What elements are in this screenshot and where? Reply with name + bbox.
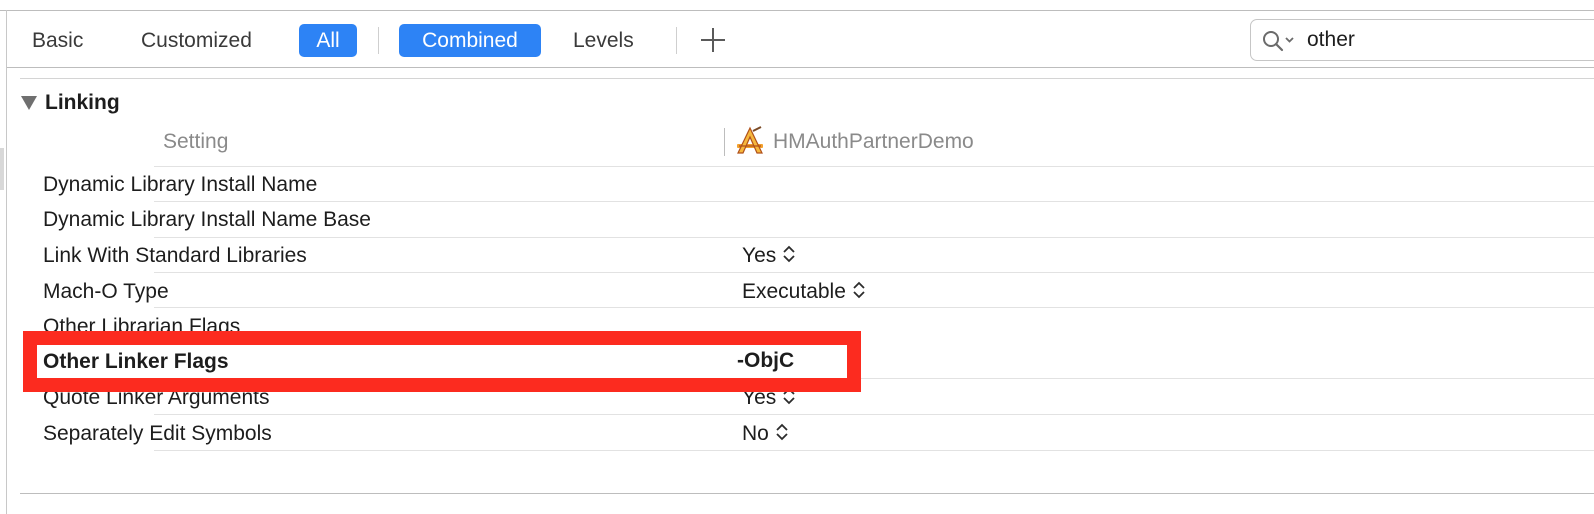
setting-value-link-with-standard-libraries[interactable]: Yes (742, 242, 796, 270)
stepper-icon[interactable] (852, 280, 866, 300)
row-separator (154, 450, 1594, 451)
column-header-target: HMAuthPartnerDemo (773, 130, 974, 153)
row-separator (154, 272, 1594, 273)
setting-name-link-with-standard-libraries[interactable]: Link With Standard Libraries (43, 242, 307, 270)
row-separator (154, 166, 1594, 167)
setting-name-separately-edit-symbols[interactable]: Separately Edit Symbols (43, 420, 272, 448)
filter-basic-button[interactable]: Basic (22, 24, 93, 57)
toolbar-divider (676, 27, 677, 54)
search-icon[interactable] (1261, 29, 1297, 53)
left-border (6, 10, 7, 514)
setting-name-dynamic-library-install-name[interactable]: Dynamic Library Install Name (43, 171, 317, 199)
section-top-line (20, 78, 1594, 79)
stepper-icon[interactable] (782, 244, 796, 264)
plus-icon[interactable] (700, 27, 726, 53)
row-separator (154, 307, 1594, 308)
column-header-setting: Setting (163, 130, 229, 153)
value-text: No (742, 422, 769, 445)
row-separator (154, 237, 1594, 238)
value-text: Yes (742, 244, 777, 267)
app-target-icon (737, 126, 763, 154)
view-combined-button[interactable]: Combined (399, 24, 541, 57)
section-title[interactable]: Linking (45, 89, 120, 117)
view-levels-button[interactable]: Levels (563, 24, 644, 57)
row-separator (154, 201, 1594, 202)
stepper-icon[interactable] (775, 422, 789, 442)
filter-all-button[interactable]: All (299, 24, 357, 57)
search-input-value[interactable]: other (1307, 20, 1355, 60)
row-separator (154, 414, 1594, 415)
setting-value-mach-o-type[interactable]: Executable (742, 278, 866, 306)
column-divider (724, 128, 725, 156)
disclosure-triangle-icon[interactable] (20, 95, 38, 111)
filter-customized-button[interactable]: Customized (131, 24, 262, 57)
setting-value-separately-edit-symbols[interactable]: No (742, 420, 789, 448)
toolbar-divider (378, 27, 379, 54)
section-bottom-line (20, 493, 1594, 494)
setting-name-mach-o-type[interactable]: Mach-O Type (43, 278, 169, 306)
left-gutter-stub (0, 148, 4, 190)
red-highlight-annotation (23, 331, 861, 392)
search-field[interactable]: other (1250, 19, 1594, 61)
setting-name-dynamic-library-install-name-base[interactable]: Dynamic Library Install Name Base (43, 206, 371, 234)
value-text: Executable (742, 280, 846, 303)
toolbar-divider-line (7, 67, 1594, 68)
